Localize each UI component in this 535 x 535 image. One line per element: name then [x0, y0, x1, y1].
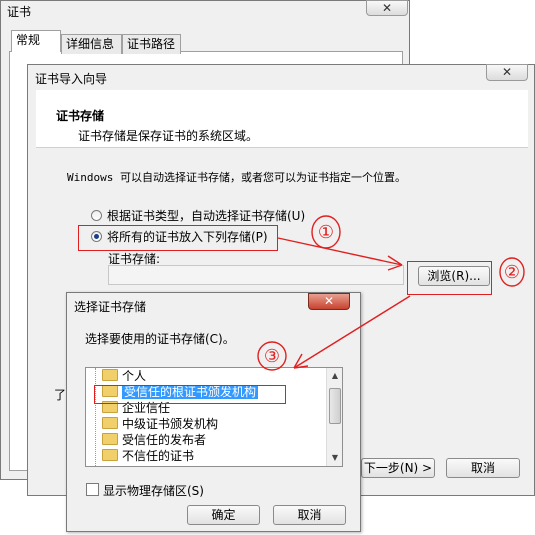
cancel-button[interactable]: 取消	[446, 458, 520, 478]
tree-item[interactable]: 不信任的证书	[102, 448, 194, 464]
dialog-prompt: 选择要使用的证书存储(C)。	[85, 332, 235, 346]
tree-item-label: 不信任的证书	[122, 449, 195, 463]
ok-button[interactable]: 确定	[187, 505, 260, 525]
tree-item-label: 受信任的发布者	[122, 433, 207, 447]
tree-item-label: 个人	[122, 369, 147, 383]
folder-icon	[102, 417, 118, 429]
window-title: 证书导入向导	[35, 72, 108, 86]
page-title: 证书存储	[56, 109, 105, 123]
store-field	[108, 265, 404, 285]
tree-connector	[95, 368, 96, 466]
folder-icon	[102, 369, 118, 381]
radio-auto-select[interactable]	[91, 210, 102, 221]
radio-auto-label[interactable]: 根据证书类型，自动选择证书存储(U)	[107, 207, 305, 224]
store-tree[interactable]: 个人 受信任的根证书颁发机构 企业信任 中级证书颁发机构 受信任的发布者 不信任…	[85, 367, 343, 467]
select-store-dialog: 选择证书存储 ✕ 选择要使用的证书存储(C)。 个人 受信任的根证书颁发机构 企…	[66, 292, 361, 532]
checkbox-label[interactable]: 显示物理存储区(S)	[103, 482, 204, 499]
tree-item-label: 中级证书颁发机构	[122, 417, 219, 431]
arrow-down-icon[interactable]: ▼	[327, 450, 342, 466]
tree-item[interactable]: 中级证书颁发机构	[102, 416, 218, 432]
wizard-header: 证书存储 证书存储是保存证书的系统区域。	[36, 90, 528, 148]
scrollbar[interactable]: ▲ ▼	[326, 368, 342, 466]
close-button[interactable]: ✕	[366, 0, 408, 16]
close-button[interactable]: ✕	[486, 64, 528, 81]
close-icon: ✕	[381, 1, 393, 15]
close-button[interactable]: ✕	[308, 293, 350, 310]
tab-general[interactable]: 常规	[11, 30, 61, 52]
folder-icon	[102, 433, 118, 445]
tab-cert-path[interactable]: 证书路径	[122, 34, 181, 54]
annotation-box	[78, 225, 278, 251]
show-physical-checkbox[interactable]	[86, 483, 99, 496]
annotation-box	[407, 261, 492, 295]
tree-item[interactable]: 个人	[102, 368, 146, 384]
close-icon: ✕	[501, 65, 513, 79]
tree-item[interactable]: 受信任的发布者	[102, 432, 206, 448]
cancel-button[interactable]: 取消	[273, 505, 346, 525]
next-button[interactable]: 下一步(N) >	[361, 458, 435, 478]
arrow-up-icon[interactable]: ▲	[327, 368, 342, 384]
close-icon: ✕	[323, 294, 335, 308]
tab-details[interactable]: 详细信息	[61, 34, 122, 54]
window-title: 证书	[7, 5, 32, 19]
intro-text: Windows 可以自动选择证书存储，或者您可以为证书指定一个位置。	[67, 171, 406, 184]
scrollbar-thumb[interactable]	[329, 388, 341, 424]
dialog-title: 选择证书存储	[74, 300, 147, 314]
page-description: 证书存储是保存证书的系统区域。	[78, 129, 259, 143]
annotation-box	[94, 385, 286, 404]
folder-icon	[102, 449, 118, 461]
